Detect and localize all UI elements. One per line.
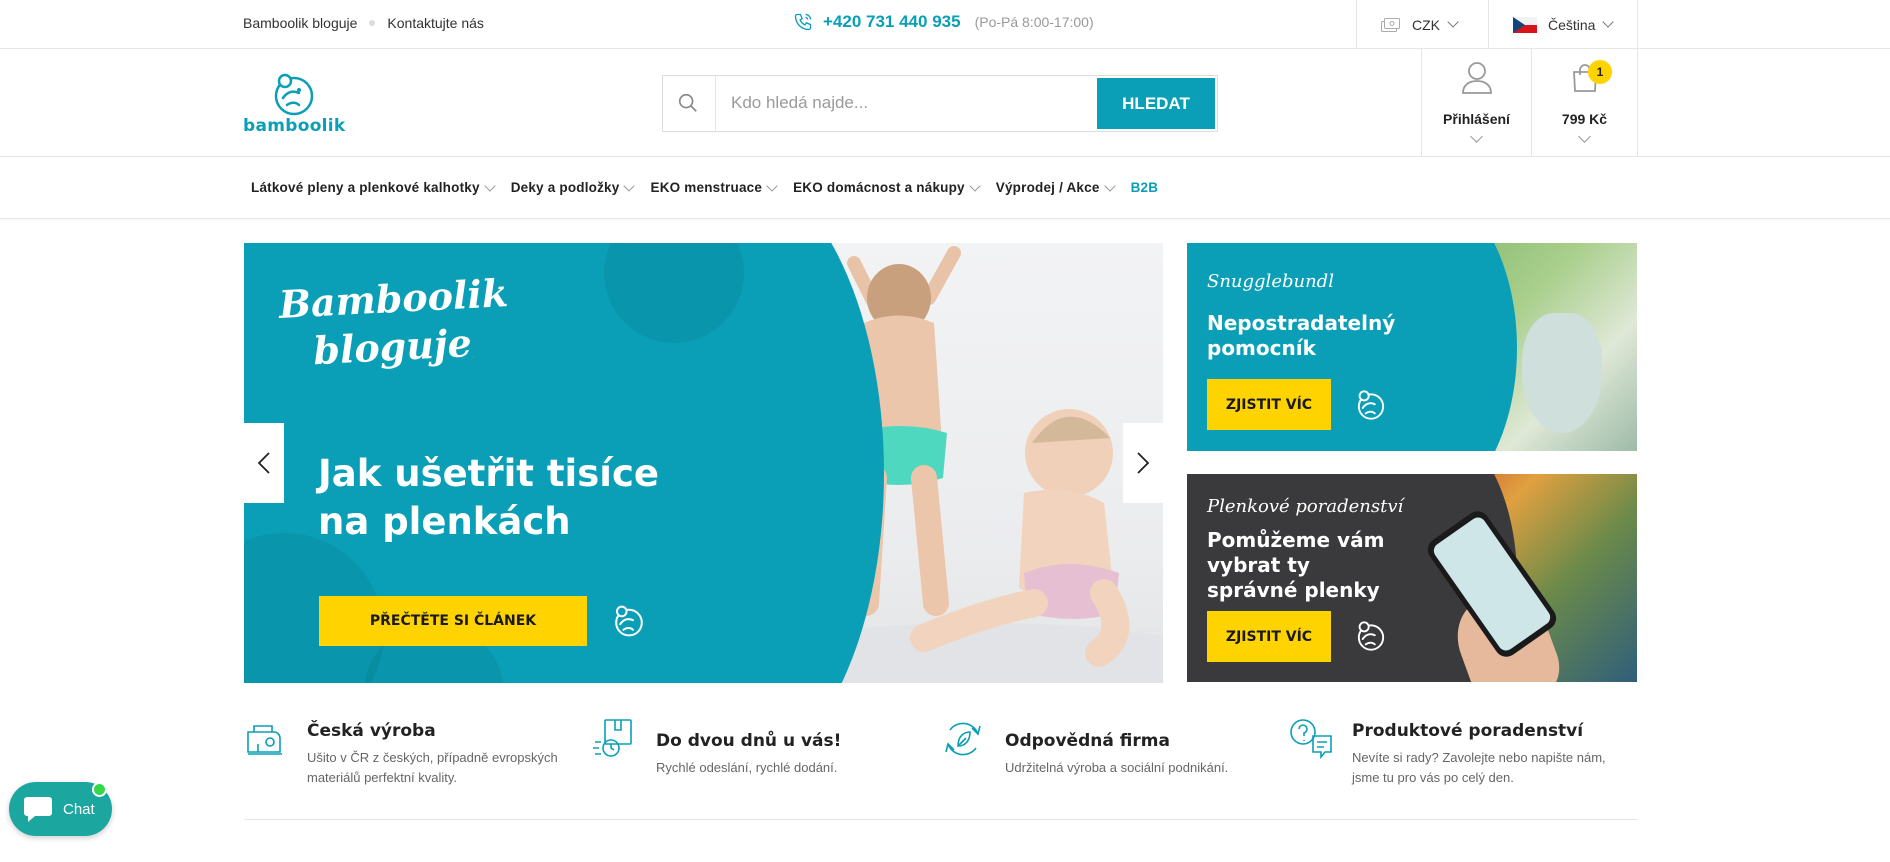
feature-title: Odpovědná firma	[1005, 731, 1170, 751]
phone-info: +420 731 440 935 (Po-Pá 8:00-17:00)	[793, 12, 1094, 32]
search-separator	[715, 76, 716, 131]
nav-item-b2b[interactable]: B2B	[1131, 180, 1159, 195]
phone-number[interactable]: +420 731 440 935	[823, 12, 961, 32]
logo[interactable]: bamboolik	[243, 72, 346, 138]
login-button[interactable]: Přihlášení	[1421, 49, 1531, 156]
chevron-down-icon	[1103, 179, 1116, 192]
learn-more-button[interactable]: ZJISTIT VÍC	[1207, 379, 1331, 430]
feature-desc: Udržitelná výroba a sociální podnikání.	[1005, 760, 1229, 775]
hero-script-line2: bloguje	[312, 320, 473, 374]
search-input[interactable]	[731, 88, 1031, 118]
chat-label: Chat	[63, 800, 95, 818]
top-links: Bamboolik bloguje Kontaktujte nás	[243, 15, 484, 31]
feature-desc: Rychlé odeslání, rychlé dodání.	[656, 760, 838, 775]
nav-item-cloth-diapers[interactable]: Látkové pleny a plenkové kalhotky	[251, 179, 496, 195]
separator-dot	[369, 20, 376, 26]
nav-label: EKO domácnost a nákupy	[793, 180, 965, 195]
cart-count-badge: 1	[1588, 60, 1612, 84]
bamboolik-logo-icon	[1357, 621, 1385, 651]
nav-label: Deky a podložky	[510, 180, 620, 195]
blog-link[interactable]: Bamboolik bloguje	[243, 15, 357, 31]
czech-flag-icon	[1513, 16, 1537, 33]
bamboolik-logo-icon	[615, 605, 643, 637]
login-label: Přihlášení	[1443, 111, 1510, 127]
nav-label: Látkové pleny a plenkové kalhotky	[251, 180, 480, 195]
search-bar: HLEDAT	[662, 75, 1218, 132]
opening-hours: (Po-Pá 8:00-17:00)	[974, 14, 1094, 30]
money-icon	[1381, 17, 1400, 32]
bamboolik-logo-icon	[274, 73, 314, 116]
feature-title: Do dvou dnů u vás!	[656, 731, 842, 751]
chevron-down-icon	[623, 179, 636, 192]
site-header: bamboolik HLEDAT Přihlášení 1 799 Kč	[0, 49, 1890, 157]
delivery-icon	[593, 719, 632, 757]
question-chat-icon	[1290, 719, 1332, 760]
chevron-left-icon	[257, 452, 270, 474]
nav-label: Výprodej / Akce	[995, 180, 1100, 195]
nav-label: EKO menstruace	[650, 180, 763, 195]
search-icon	[678, 93, 697, 112]
language-selector[interactable]: Čeština	[1488, 0, 1638, 49]
user-icon	[1462, 62, 1492, 94]
bamboolik-logo-icon	[1357, 390, 1385, 420]
nav-item-eco-household[interactable]: EKO domácnost a nákupy	[793, 179, 981, 195]
learn-more-button[interactable]: ZJISTIT VÍC	[1207, 611, 1331, 662]
section-divider	[244, 819, 1637, 820]
language-label: Čeština	[1548, 16, 1596, 33]
currency-label: CZK	[1412, 16, 1440, 33]
cart-button[interactable]: 1 799 Kč	[1531, 49, 1638, 156]
banner-script: Snugglebundl	[1207, 271, 1334, 292]
chevron-right-icon	[1137, 452, 1150, 474]
chevron-down-icon	[484, 179, 496, 192]
eco-leaf-icon	[945, 722, 981, 756]
hero-script-heading: Bamboolik bloguje	[278, 269, 512, 377]
cart-total: 799 Kč	[1561, 111, 1608, 127]
search-button[interactable]: HLEDAT	[1097, 78, 1215, 129]
online-status-dot	[92, 782, 107, 797]
top-bar: Bamboolik bloguje Kontaktujte nás +420 7…	[0, 0, 1890, 49]
chevron-down-icon	[1469, 130, 1483, 143]
nav-item-eco-menstruation[interactable]: EKO menstruace	[650, 179, 778, 195]
slider-next-button[interactable]	[1123, 423, 1163, 503]
feature-title: Produktové poradenství	[1352, 721, 1584, 741]
currency-selector[interactable]: CZK	[1356, 0, 1488, 49]
chevron-down-icon	[1577, 130, 1591, 143]
chat-widget-button[interactable]: Chat	[9, 782, 112, 836]
carrier-bag-shape	[1522, 313, 1602, 433]
contact-link[interactable]: Kontaktujte nás	[387, 15, 484, 31]
feature-desc: Ušito v ČR z českých, případně evropskýc…	[307, 750, 558, 785]
diaper-advice-banner[interactable]: Plenkové poradenství Pomůžeme vám vybrat…	[1187, 474, 1637, 682]
banner-script: Plenkové poradenství	[1207, 496, 1404, 517]
sewing-machine-icon	[247, 725, 282, 755]
banner-title: Nepostradatelný pomocník	[1207, 311, 1396, 360]
logo-text: bamboolik	[243, 116, 346, 136]
chevron-down-icon	[1447, 16, 1459, 28]
chat-bubble-icon	[24, 797, 52, 822]
nav-item-blankets[interactable]: Deky a podložky	[510, 179, 636, 195]
snugglebundl-banner[interactable]: Snugglebundl Nepostradatelný pomocník ZJ…	[1187, 243, 1637, 451]
chevron-down-icon	[766, 179, 778, 192]
read-article-button[interactable]: PŘEČTĚTE SI ČLÁNEK	[319, 596, 587, 646]
feature-desc: Nevíte si rady? Zavolejte nebo napište n…	[1352, 750, 1606, 785]
hero-title: Jak ušetřit tisíce na plenkách	[318, 452, 659, 543]
phone-icon	[794, 13, 812, 31]
hero-slider[interactable]: Bamboolik bloguje Jak ušetřit tisíce na …	[244, 243, 1163, 683]
feature-title: Česká výroba	[307, 721, 436, 741]
nav-item-sale[interactable]: Výprodej / Akce	[995, 179, 1116, 195]
chevron-down-icon	[1602, 16, 1615, 28]
slider-prev-button[interactable]	[244, 423, 284, 503]
chevron-down-icon	[969, 179, 981, 192]
main-navigation: Látkové pleny a plenkové kalhotky Deky a…	[0, 157, 1890, 219]
banner-title: Pomůžeme vám vybrat ty správné plenky	[1207, 528, 1385, 602]
